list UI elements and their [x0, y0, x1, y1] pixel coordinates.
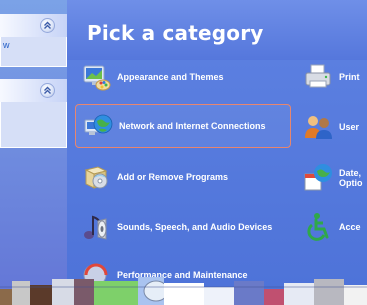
- task-pane-section-1-body: w: [0, 37, 67, 67]
- category-label: Appearance and Themes: [117, 72, 224, 82]
- accessibility-icon: [307, 213, 329, 241]
- capture-artifact: [0, 277, 367, 305]
- sounds-audio-icon: [84, 215, 107, 240]
- page-title: Pick a category: [87, 21, 264, 45]
- category-label: User: [339, 122, 360, 132]
- task-pane-section-2-body: [0, 102, 67, 148]
- printer-icon: [305, 64, 331, 88]
- category-label: Acce: [339, 222, 361, 232]
- category-label: Date,: [339, 168, 362, 178]
- task-pane-section-1-title: [3, 20, 31, 30]
- date-time-icon: [304, 164, 332, 191]
- network-internet-icon: [84, 114, 113, 135]
- category-label: Sounds, Speech, and Audio Devices: [117, 222, 273, 232]
- collapse-chevron-icon[interactable]: [40, 83, 55, 98]
- task-pane-section-1-header[interactable]: [0, 14, 67, 37]
- add-remove-programs-icon: [84, 166, 108, 189]
- task-pane-section-2: [0, 79, 67, 148]
- task-pane-link[interactable]: w: [3, 40, 10, 50]
- collapse-chevron-icon[interactable]: [40, 18, 55, 33]
- category-add-remove-programs[interactable]: Add or Remove Programs: [80, 160, 270, 194]
- category-area: Appearance and Themes Network and Intern…: [67, 60, 367, 305]
- category-network-internet[interactable]: Network and Internet Connections: [75, 104, 291, 148]
- category-printers[interactable]: Print: [302, 60, 367, 94]
- task-pane-section-2-header[interactable]: [0, 79, 67, 102]
- category-label: Print: [339, 72, 360, 82]
- title-banner: Pick a category: [67, 0, 367, 60]
- task-pane-section-1: w: [0, 14, 67, 67]
- appearance-themes-icon: [83, 65, 111, 91]
- left-task-pane: w: [0, 0, 67, 305]
- category-date-time[interactable]: Date, Optio: [302, 158, 367, 198]
- category-view: Pick a category Appearance and Themes Ne…: [67, 0, 367, 305]
- category-label-line-2: Optio: [339, 178, 363, 188]
- user-accounts-icon: [305, 116, 332, 139]
- category-label: Add or Remove Programs: [117, 172, 229, 182]
- category-appearance-themes[interactable]: Appearance and Themes: [80, 60, 270, 94]
- category-sounds-audio[interactable]: Sounds, Speech, and Audio Devices: [80, 210, 292, 244]
- category-user-accounts[interactable]: User: [302, 110, 367, 144]
- category-label: Network and Internet Connections: [119, 121, 266, 131]
- category-accessibility[interactable]: Acce: [302, 210, 367, 244]
- task-pane-section-2-title: [3, 85, 31, 95]
